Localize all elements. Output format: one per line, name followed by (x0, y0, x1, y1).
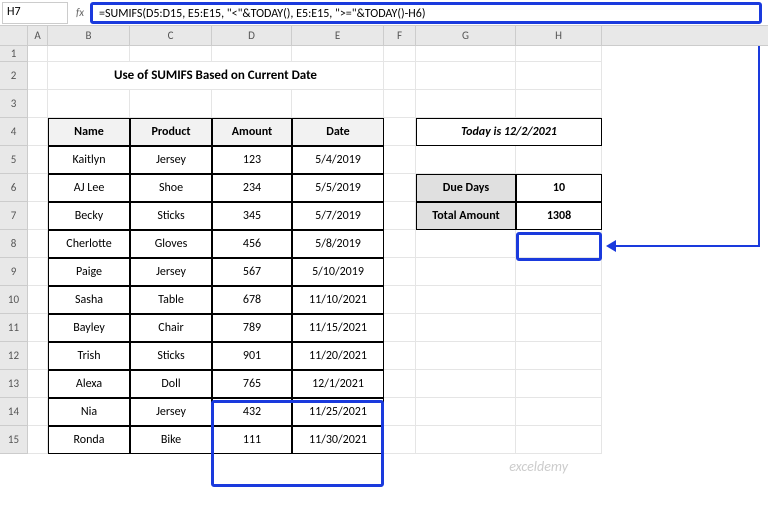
select-all-corner[interactable] (0, 26, 28, 45)
arrow-connector-icon (614, 245, 760, 247)
table-row[interactable]: Cherlotte (48, 230, 130, 258)
col-header-D[interactable]: D (212, 26, 292, 45)
arrow-connector-icon (758, 46, 760, 246)
table-row[interactable]: Trish (48, 342, 130, 370)
table-row[interactable]: Becky (48, 202, 130, 230)
row-header[interactable]: 10 (0, 286, 28, 314)
row-header[interactable]: 2 (0, 62, 28, 90)
due-days-label[interactable]: Due Days (416, 174, 516, 202)
col-header-B[interactable]: B (48, 26, 130, 45)
table-row[interactable]: Bayley (48, 314, 130, 342)
col-header-E[interactable]: E (292, 26, 384, 45)
table-row[interactable]: Sasha (48, 286, 130, 314)
table-header-amount[interactable]: Amount (212, 118, 292, 146)
col-header-F[interactable]: F (384, 26, 416, 45)
formula-bar: H7 fx =SUMIFS(D5:D15, E5:E15, "<"&TODAY(… (0, 0, 768, 26)
spreadsheet: A B C D E F G H 1 2 Use of SUMIFS Based o… (0, 26, 768, 454)
table-row[interactable]: AJ Lee (48, 174, 130, 202)
table-row[interactable]: Paige (48, 258, 130, 286)
col-header-H[interactable]: H (516, 26, 602, 45)
col-header-G[interactable]: G (416, 26, 516, 45)
col-header-A[interactable]: A (28, 26, 48, 45)
name-box[interactable]: H7 (2, 2, 68, 24)
row-header[interactable]: 7 (0, 202, 28, 230)
row-header[interactable]: 11 (0, 314, 28, 342)
watermark: exceldemy (509, 458, 568, 475)
total-amount-value[interactable]: 1308 (516, 202, 602, 230)
table-header-product[interactable]: Product (130, 118, 212, 146)
table-row[interactable]: Kaitlyn (48, 146, 130, 174)
column-headers: A B C D E F G H (0, 26, 768, 46)
row-header[interactable]: 8 (0, 230, 28, 258)
row-header[interactable]: 5 (0, 146, 28, 174)
col-header-C[interactable]: C (130, 26, 212, 45)
row-header[interactable]: 13 (0, 370, 28, 398)
formula-input[interactable]: =SUMIFS(D5:D15, E5:E15, "<"&TODAY(), E5:… (90, 2, 762, 24)
today-label[interactable]: Today is 12/2/2021 (416, 118, 602, 146)
table-row[interactable]: Nia (48, 398, 130, 426)
row-header[interactable]: 12 (0, 342, 28, 370)
row-header[interactable]: 15 (0, 426, 28, 454)
row-header[interactable]: 1 (0, 46, 28, 62)
row-header[interactable]: 3 (0, 90, 28, 118)
due-days-value[interactable]: 10 (516, 174, 602, 202)
row-header[interactable]: 14 (0, 398, 28, 426)
total-amount-label[interactable]: Total Amount (416, 202, 516, 230)
table-row[interactable]: Alexa (48, 370, 130, 398)
row-header[interactable]: 4 (0, 118, 28, 146)
fx-icon[interactable]: fx (70, 6, 90, 19)
table-header-date[interactable]: Date (292, 118, 384, 146)
row-header[interactable]: 6 (0, 174, 28, 202)
grid: 1 2 Use of SUMIFS Based on Current Date 3… (0, 46, 768, 454)
table-row[interactable]: Ronda (48, 426, 130, 454)
table-header-name[interactable]: Name (48, 118, 130, 146)
title-cell[interactable]: Use of SUMIFS Based on Current Date (48, 62, 384, 90)
arrow-head-icon (606, 240, 616, 252)
row-header[interactable]: 9 (0, 258, 28, 286)
